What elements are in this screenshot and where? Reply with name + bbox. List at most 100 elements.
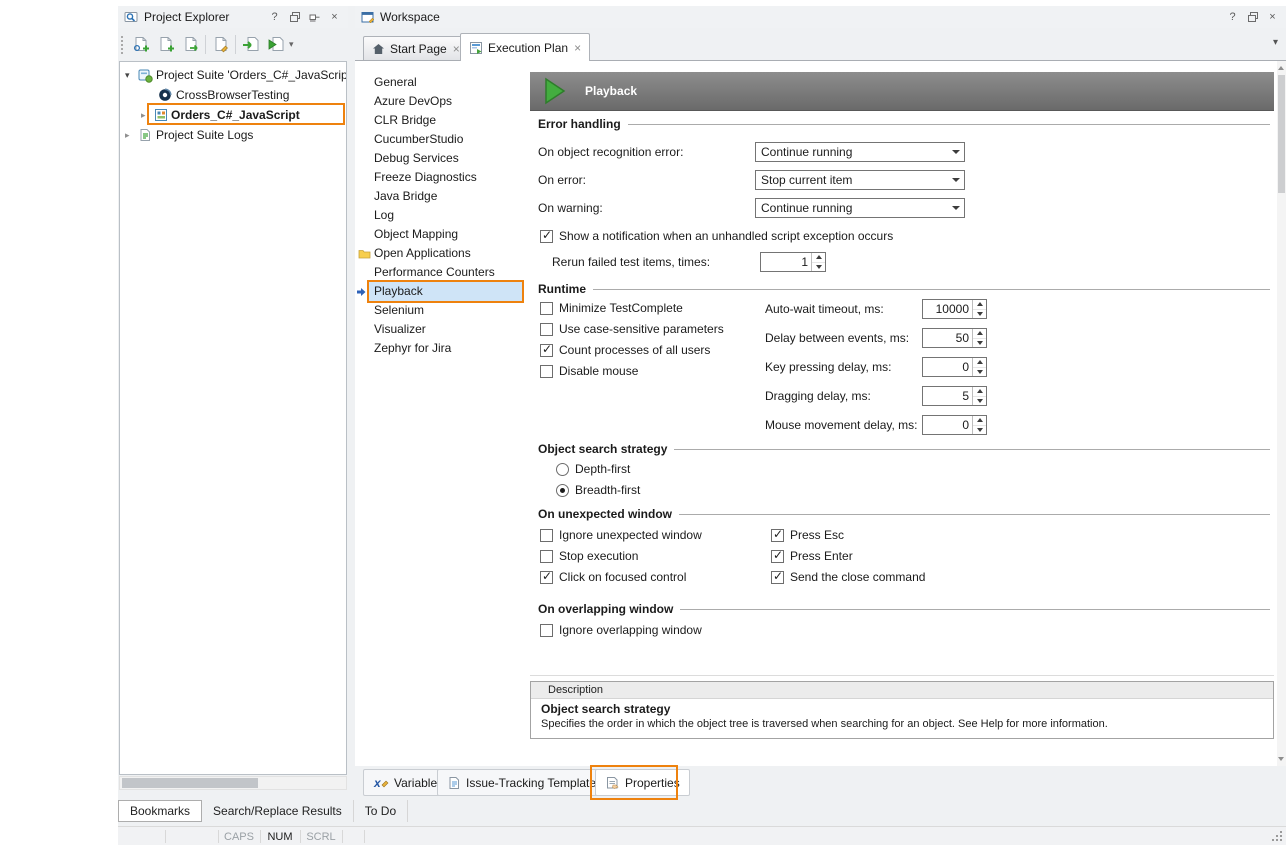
toolbar-drag-handle[interactable] — [121, 36, 126, 54]
restore-icon[interactable] — [1245, 10, 1260, 25]
add-existing-item-button[interactable] — [208, 33, 233, 57]
resize-grip[interactable] — [1270, 829, 1286, 845]
settings-item-freeze-diagnostics[interactable]: Freeze Diagnostics — [355, 168, 524, 187]
tab-bookmarks[interactable]: Bookmarks — [118, 800, 202, 822]
tree-item-project-suite-logs[interactable]: ▸ Project Suite Logs — [120, 125, 346, 145]
spin-up-icon[interactable] — [973, 329, 986, 339]
click-on-focused-control-checkbox[interactable]: Click on focused control — [540, 569, 686, 585]
settings-item-zephyr-for-jira[interactable]: Zephyr for Jira — [355, 339, 524, 358]
settings-item-playback[interactable]: Playback — [369, 282, 522, 301]
scrollbar-thumb[interactable] — [122, 778, 258, 788]
checkbox-box[interactable] — [771, 529, 784, 542]
on-error-combobox[interactable]: Stop current item — [755, 170, 965, 190]
radio-circle[interactable] — [556, 463, 569, 476]
on-warning-combobox[interactable]: Continue running — [755, 198, 965, 218]
checkbox-box[interactable] — [540, 230, 553, 243]
settings-item-azure-devops[interactable]: Azure DevOps — [355, 92, 524, 111]
tree-item-project-suite[interactable]: ▾ Project Suite 'Orders_C#_JavaScript' (… — [120, 65, 346, 85]
checkbox-box[interactable] — [540, 302, 553, 315]
tab-start-page[interactable]: Start Page × — [363, 36, 469, 60]
expand-icon[interactable]: ▸ — [141, 105, 146, 125]
ignore-unexpected-window-checkbox[interactable]: Ignore unexpected window — [540, 527, 702, 543]
help-icon[interactable]: ? — [1225, 10, 1240, 25]
scroll-down-icon[interactable] — [1278, 757, 1284, 761]
settings-item-selenium[interactable]: Selenium — [355, 301, 524, 320]
delay-between-events-spinner[interactable]: 50 — [922, 328, 987, 348]
spin-down-icon[interactable] — [812, 263, 825, 272]
auto-wait-timeout-spinner[interactable]: 10000 — [922, 299, 987, 319]
checkbox-box[interactable] — [540, 323, 553, 336]
pin-icon[interactable] — [307, 10, 322, 25]
spin-down-icon[interactable] — [973, 426, 986, 435]
tab-properties[interactable]: Properties — [595, 769, 690, 796]
case-sensitive-parameters-checkbox[interactable]: Use case-sensitive parameters — [540, 321, 724, 337]
stop-execution-checkbox[interactable]: Stop execution — [540, 548, 638, 564]
settings-item-visualizer[interactable]: Visualizer — [355, 320, 524, 339]
settings-item-general[interactable]: General — [355, 73, 524, 92]
on-object-recognition-error-combobox[interactable]: Continue running — [755, 142, 965, 162]
depth-first-radio[interactable]: Depth-first — [556, 461, 630, 477]
help-icon[interactable]: ? — [267, 10, 282, 25]
tab-execution-plan[interactable]: Execution Plan × — [460, 33, 590, 61]
settings-item-object-mapping[interactable]: Object Mapping — [355, 225, 524, 244]
chevron-down-icon[interactable] — [947, 171, 964, 189]
add-project-suite-button[interactable] — [128, 33, 153, 57]
checkbox-box[interactable] — [540, 571, 553, 584]
tab-search-replace-results[interactable]: Search/Replace Results — [202, 800, 354, 822]
show-notification-checkbox[interactable]: Show a notification when an unhandled sc… — [540, 228, 893, 244]
run-project-button[interactable] — [263, 33, 288, 57]
settings-item-debug-services[interactable]: Debug Services — [355, 149, 524, 168]
restore-icon[interactable] — [287, 10, 302, 25]
spin-down-icon[interactable] — [973, 397, 986, 406]
breadth-first-radio[interactable]: Breadth-first — [556, 482, 640, 498]
mouse-movement-delay-spinner[interactable]: 0 — [922, 415, 987, 435]
scrollbar-thumb[interactable] — [1278, 75, 1285, 193]
checkbox-box[interactable] — [540, 529, 553, 542]
spin-up-icon[interactable] — [973, 358, 986, 368]
checkbox-box[interactable] — [540, 550, 553, 563]
tab-overflow-chevron[interactable]: ▾ — [1273, 37, 1278, 48]
tab-to-do[interactable]: To Do — [354, 800, 408, 822]
checkbox-box[interactable] — [540, 344, 553, 357]
press-enter-checkbox[interactable]: Press Enter — [771, 548, 853, 564]
tab-issue-tracking-templates[interactable]: Issue-Tracking Templates — [437, 769, 612, 796]
checkbox-box[interactable] — [540, 624, 553, 637]
tree-item-crossbrowsertesting[interactable]: CrossBrowserTesting — [120, 85, 346, 105]
close-tab-icon[interactable]: × — [574, 41, 581, 55]
open-file-button[interactable] — [178, 33, 203, 57]
disable-mouse-checkbox[interactable]: Disable mouse — [540, 363, 638, 379]
spin-up-icon[interactable] — [812, 253, 825, 263]
settings-item-performance-counters[interactable]: Performance Counters — [355, 263, 524, 282]
spin-up-icon[interactable] — [973, 300, 986, 310]
count-processes-checkbox[interactable]: Count processes of all users — [540, 342, 710, 358]
close-icon[interactable]: × — [327, 10, 342, 25]
spin-down-icon[interactable] — [973, 368, 986, 377]
dragging-delay-spinner[interactable]: 5 — [922, 386, 987, 406]
chevron-down-icon[interactable] — [947, 199, 964, 217]
chevron-down-icon[interactable] — [947, 143, 964, 161]
send-close-command-checkbox[interactable]: Send the close command — [771, 569, 925, 585]
settings-item-cucumberstudio[interactable]: CucumberStudio — [355, 130, 524, 149]
expand-icon[interactable]: ▸ — [125, 125, 130, 145]
spin-up-icon[interactable] — [973, 416, 986, 426]
settings-item-open-applications[interactable]: Open Applications — [355, 244, 524, 263]
collapse-icon[interactable]: ▾ — [125, 65, 130, 85]
import-project-button[interactable] — [238, 33, 263, 57]
spin-down-icon[interactable] — [973, 339, 986, 348]
checkbox-box[interactable] — [771, 550, 784, 563]
close-icon[interactable]: × — [1265, 10, 1280, 25]
scroll-up-icon[interactable] — [1278, 66, 1284, 70]
horizontal-scrollbar[interactable] — [119, 776, 347, 790]
settings-item-clr-bridge[interactable]: CLR Bridge — [355, 111, 524, 130]
spin-up-icon[interactable] — [973, 387, 986, 397]
close-tab-icon[interactable]: × — [453, 42, 460, 56]
key-pressing-delay-spinner[interactable]: 0 — [922, 357, 987, 377]
checkbox-box[interactable] — [540, 365, 553, 378]
spin-down-icon[interactable] — [973, 310, 986, 319]
checkbox-box[interactable] — [771, 571, 784, 584]
settings-item-log[interactable]: Log — [355, 206, 524, 225]
press-esc-checkbox[interactable]: Press Esc — [771, 527, 844, 543]
radio-circle[interactable] — [556, 484, 569, 497]
tree-item-orders-project[interactable]: ▸ Orders_C#_JavaScript — [120, 105, 346, 125]
settings-item-java-bridge[interactable]: Java Bridge — [355, 187, 524, 206]
